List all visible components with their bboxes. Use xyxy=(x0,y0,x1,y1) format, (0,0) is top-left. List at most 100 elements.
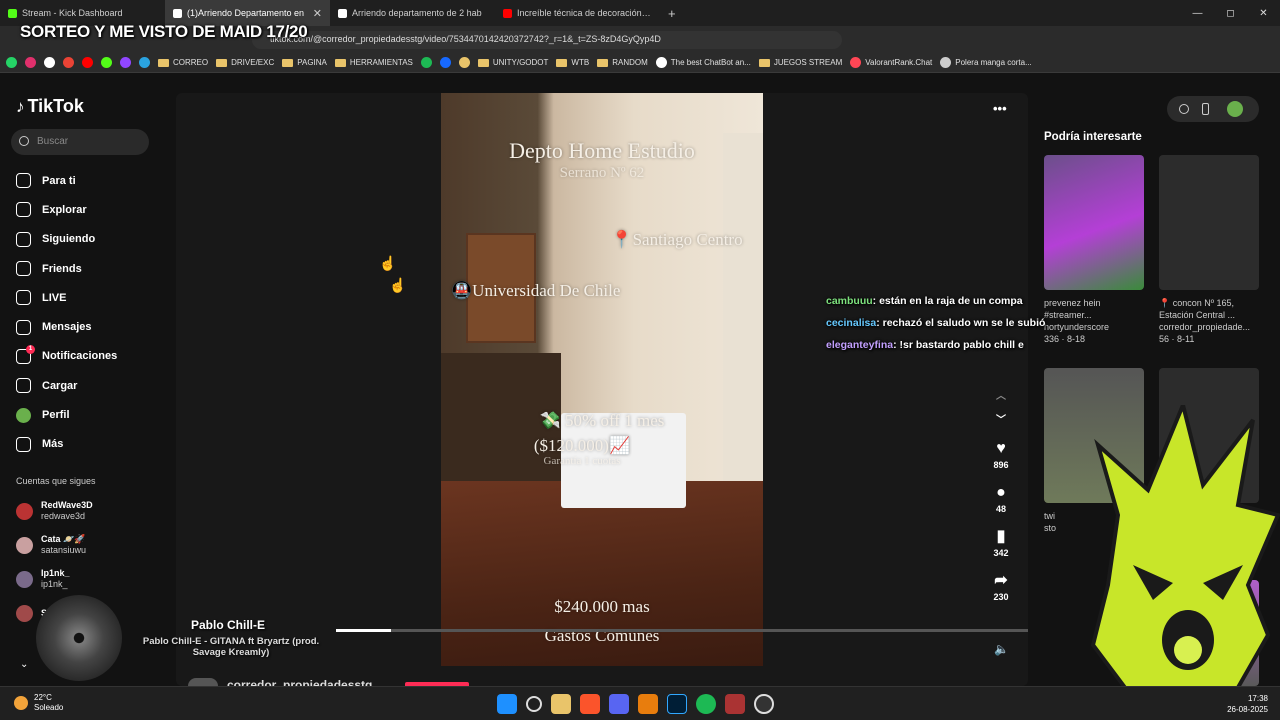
bookmark-gmail[interactable] xyxy=(63,57,74,68)
volume-icon[interactable]: 🔈 xyxy=(994,642,1009,656)
upload-icon xyxy=(16,378,31,394)
sidebar-item-perfil[interactable]: Perfil xyxy=(16,400,117,429)
sidebar-item-mensajes[interactable]: Mensajes xyxy=(16,312,117,341)
close-tab-icon[interactable]: ✕ xyxy=(313,7,322,20)
maximize-button[interactable]: ◻ xyxy=(1214,8,1247,19)
bookmark-youtube[interactable] xyxy=(82,57,93,68)
sidebar-item-m-s[interactable]: Más xyxy=(16,430,117,459)
sidebar-item-live[interactable]: LIVE xyxy=(16,283,117,312)
bookmark-juegos-stream[interactable]: JUEGOS STREAM xyxy=(758,58,842,67)
recommended-thumbnail[interactable] xyxy=(1159,155,1259,290)
bookmark-twitch[interactable] xyxy=(120,57,131,68)
new-tab-button[interactable]: + xyxy=(660,6,684,21)
windows-start-icon[interactable] xyxy=(497,694,517,714)
video-progress-bar[interactable] xyxy=(336,629,1028,632)
comment-button[interactable]: ● 48 xyxy=(985,477,1017,521)
like-button[interactable]: ♥ 896 xyxy=(985,433,1017,477)
folder-icon xyxy=(597,58,609,67)
app-icon[interactable] xyxy=(725,694,745,714)
photoshop-icon[interactable] xyxy=(667,694,687,714)
bookmark-label: RANDOM xyxy=(612,58,648,67)
sidebar-item-explorar[interactable]: Explorar xyxy=(16,195,117,224)
tiktok-logo[interactable]: ♪ TikTok xyxy=(16,96,84,117)
obs-icon[interactable] xyxy=(754,694,774,714)
bookmark-drive-exc[interactable]: DRIVE/EXC xyxy=(216,58,274,67)
recommendations-title: Podría interesarte xyxy=(1044,131,1142,143)
bookmark-kick[interactable] xyxy=(101,57,112,68)
author-avatar[interactable] xyxy=(188,678,218,686)
avatar xyxy=(16,502,33,520)
sidebar-item-friends[interactable]: Friends xyxy=(16,254,117,283)
video-text-price: $240.000 mas xyxy=(554,597,650,616)
share-button[interactable]: ➦ 230 xyxy=(985,565,1017,609)
weather-condition: Soleado xyxy=(34,703,64,712)
device-icon[interactable] xyxy=(1202,103,1209,115)
x-icon xyxy=(44,57,55,68)
save-button[interactable]: ▮ 342 xyxy=(985,521,1017,565)
browser-tab-youtube[interactable]: Increíble técnica de decoración de p xyxy=(495,0,660,26)
logo-text: TikTok xyxy=(27,96,84,116)
brave-browser-icon[interactable] xyxy=(580,694,600,714)
stream-overlay-title: SORTEO Y ME VISTO DE MAID 17/20 xyxy=(20,22,308,41)
bookmark-label: HERRAMIENTAS xyxy=(349,58,413,67)
discord-icon[interactable] xyxy=(609,694,629,714)
folder-alt-icon xyxy=(458,57,470,68)
search-icon xyxy=(19,136,29,146)
following-account[interactable]: RedWave3D redwave3d xyxy=(16,494,93,528)
minimize-button[interactable]: — xyxy=(1181,8,1214,19)
sun-icon xyxy=(14,696,28,710)
next-video-button[interactable]: ﹀ xyxy=(985,409,1017,433)
weather-widget[interactable]: 22°C Soleado xyxy=(14,693,63,713)
bookmark-behance[interactable] xyxy=(439,57,451,68)
spotify-icon[interactable] xyxy=(696,694,716,714)
bookmark-label: ValorantRank.Chat xyxy=(865,58,933,67)
avatar xyxy=(16,570,33,588)
kick-icon xyxy=(8,8,17,18)
file-explorer-icon[interactable] xyxy=(551,694,571,714)
bookmark-folder-alt[interactable] xyxy=(458,57,470,68)
bookmark-valorantrank-chat[interactable]: ValorantRank.Chat xyxy=(850,57,932,68)
recommended-thumbnail[interactable] xyxy=(1044,155,1144,290)
instagram-icon xyxy=(25,57,36,68)
bookmark-correo[interactable]: CORREO xyxy=(158,58,208,67)
messages-icon xyxy=(16,319,31,335)
bookmark-label: WTB xyxy=(571,58,590,67)
chevron-up-icon: ︿ xyxy=(996,391,1006,402)
following-account[interactable]: Cata 🪐🚀 satansiuwu xyxy=(16,528,93,562)
prev-video-button[interactable]: ︿ xyxy=(985,385,1017,409)
bookmark-telegram[interactable] xyxy=(139,57,150,68)
system-clock[interactable]: 17:38 26-08-2025 xyxy=(1227,693,1268,715)
bookmark-wtb[interactable]: WTB xyxy=(556,58,589,67)
sidebar-item-label: Notificaciones xyxy=(42,350,118,363)
video-content[interactable]: Depto Home Estudio Serrano Nº 62 📍Santia… xyxy=(441,93,763,666)
recommended-caption: 📍 concon Nº 165, Estación Central ... co… xyxy=(1159,297,1259,345)
sidebar-item-siguiendo[interactable]: Siguiendo xyxy=(16,225,117,254)
profile-avatar[interactable] xyxy=(1227,101,1243,117)
browse-icon[interactable] xyxy=(1179,104,1189,114)
expand-chevron-icon[interactable]: ⌄ xyxy=(20,659,28,670)
bookmark-herramientas[interactable]: HERRAMIENTAS xyxy=(334,58,413,67)
bookmark-instagram[interactable] xyxy=(25,57,36,68)
bookmark-polera-manga-corta-[interactable]: Polera manga corta... xyxy=(940,57,1032,68)
following-account[interactable]: Ip1nk_ ip1nk_ xyxy=(16,562,93,596)
sidebar-item-cargar[interactable]: Cargar xyxy=(16,371,117,400)
clock-time: 17:38 xyxy=(1247,694,1268,703)
bookmark-pagina[interactable]: PAGINA xyxy=(282,58,327,67)
bookmark-x[interactable] xyxy=(44,57,55,68)
search-icon[interactable] xyxy=(526,696,542,712)
bookmark-the-best-chatbot-an-[interactable]: The best ChatBot an... xyxy=(655,57,751,68)
bookmark-random[interactable]: RANDOM xyxy=(597,58,648,67)
chat-username: eleganteyfina xyxy=(826,339,894,351)
notifications-icon: 1 xyxy=(16,344,35,364)
search-input[interactable]: Buscar xyxy=(11,129,149,155)
bookmark-whatsapp[interactable] xyxy=(6,57,17,68)
browser-tab-tiktok[interactable]: Arriendo departamento de 2 hab xyxy=(330,0,495,26)
blender-icon[interactable] xyxy=(638,694,658,714)
bookmark-green[interactable] xyxy=(420,57,432,68)
sidebar-item-para-ti[interactable]: Para ti xyxy=(16,166,117,195)
close-window-button[interactable]: ✕ xyxy=(1247,8,1280,19)
url-field[interactable]: tiktok.com/@corredor_propiedadesstg/vide… xyxy=(252,31,842,49)
more-options-icon[interactable]: ••• xyxy=(993,101,1007,116)
sidebar-item-notificaciones[interactable]: 1 Notificaciones xyxy=(16,342,117,371)
bookmark-unity-godot[interactable]: UNITY/GODOT xyxy=(477,58,548,67)
